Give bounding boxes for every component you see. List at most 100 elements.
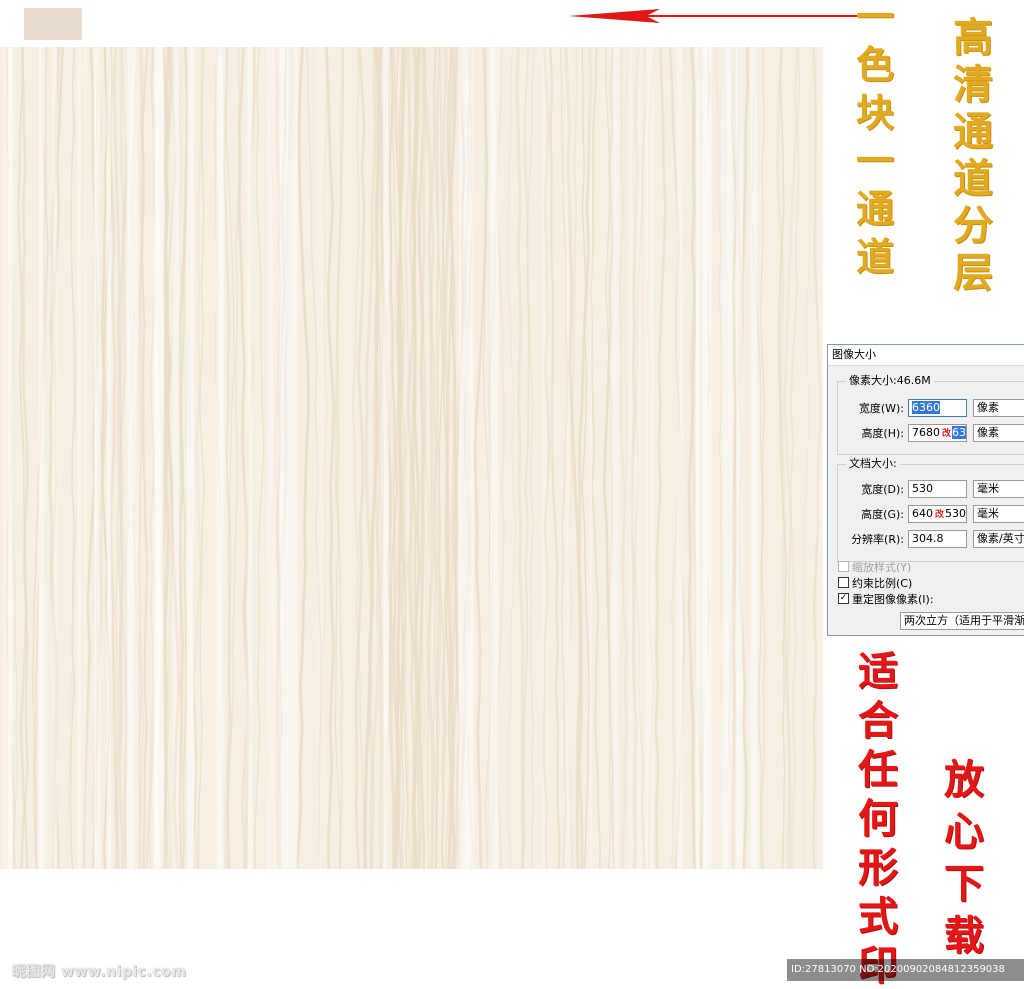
wood-grain-highlight bbox=[645, 47, 654, 869]
wood-grain-highlight bbox=[247, 47, 253, 869]
document-size-label: 文档大小: bbox=[846, 457, 900, 471]
wood-grain-highlight bbox=[216, 47, 223, 869]
annotation-right-red: 放 心 下 载 bbox=[944, 760, 984, 956]
wood-grain-highlight bbox=[106, 47, 112, 869]
wood-grain-streak bbox=[222, 47, 232, 869]
annotation-char: 道 bbox=[953, 155, 993, 202]
document-size-group: 文档大小: 宽度(D): 530 毫米 高度(G): 640 改530 毫米 分辨… bbox=[837, 457, 1024, 562]
wood-texture-image bbox=[0, 47, 823, 869]
edit-mark: 改 bbox=[942, 429, 952, 439]
annotation-char: 高 bbox=[953, 14, 993, 61]
wood-grain-highlight bbox=[77, 47, 82, 869]
wood-grain-highlight bbox=[9, 47, 13, 869]
resample-label: 重定图像像素(I): bbox=[852, 592, 934, 606]
annotation-char: 色 bbox=[856, 42, 895, 87]
height-label: 高度(H): bbox=[861, 427, 904, 440]
wood-grain-highlight bbox=[466, 47, 474, 869]
resolution-input[interactable]: 304.8 bbox=[908, 530, 967, 548]
annotation-char: 块 bbox=[856, 90, 895, 135]
width-unit-select[interactable]: 像素⌄ bbox=[973, 399, 1024, 417]
wood-grain-streak bbox=[654, 47, 667, 869]
annotation-char: 道 bbox=[856, 234, 895, 279]
annotation-char: 通 bbox=[953, 108, 993, 155]
pixel-dimensions-group: 像素大小:46.6M 宽度(W): 6360 像素⌄ 高度(H): 7680改6… bbox=[837, 374, 1024, 455]
annotation-char: 一 bbox=[856, 0, 895, 39]
annotation-char: 放 bbox=[944, 756, 984, 803]
wood-grain-streak bbox=[802, 47, 814, 869]
doc-height-row: 高度(G): 640 改530 毫米 bbox=[838, 504, 1024, 524]
wood-grain-streak bbox=[295, 47, 311, 869]
annotation-char: 形 bbox=[858, 844, 898, 891]
wood-grain-streak bbox=[526, 47, 535, 869]
constrain-proportions-checkbox[interactable]: 约束比例(C) bbox=[838, 575, 912, 590]
annotation-char: 适 bbox=[858, 648, 898, 695]
wood-grain-highlight bbox=[172, 47, 180, 869]
wood-grain-streak bbox=[590, 47, 601, 869]
wood-grain-streak bbox=[507, 47, 517, 869]
edit-mark: 改 bbox=[935, 510, 945, 520]
wood-grain-highlight bbox=[95, 47, 101, 869]
wood-grain-highlight bbox=[589, 47, 592, 869]
annotation-char: 式 bbox=[858, 893, 898, 940]
wood-grain-highlight bbox=[187, 47, 194, 869]
wood-grain-highlight bbox=[542, 47, 549, 869]
annotation-char: 心 bbox=[944, 808, 984, 855]
wood-grain-highlight bbox=[566, 47, 571, 869]
wood-grain-highlight bbox=[725, 47, 734, 869]
wood-grain-highlight bbox=[736, 47, 743, 869]
height-unit-select[interactable]: 像素⌄ bbox=[973, 424, 1024, 442]
wood-grain-highlight bbox=[132, 47, 139, 869]
doc-height-label: 高度(G): bbox=[861, 508, 904, 521]
annotation-char: 合 bbox=[858, 697, 898, 744]
wood-grain-highlight bbox=[629, 47, 632, 869]
annotation-char: 下 bbox=[944, 860, 984, 907]
wood-grain-highlight bbox=[697, 47, 700, 869]
annotation-char: 分 bbox=[953, 202, 993, 249]
wood-grain-highlight bbox=[83, 47, 87, 869]
wood-grain-highlight bbox=[292, 47, 298, 869]
doc-height-input[interactable]: 640 改530 bbox=[908, 505, 967, 523]
image-size-dialog: 图像大小 像素大小:46.6M 宽度(W): 6360 像素⌄ 高度(H): 7… bbox=[827, 344, 1024, 636]
checkbox-checked-icon: ✓ bbox=[838, 593, 849, 604]
annotation-right-gold: 高 清 通 道 分 层 bbox=[953, 18, 993, 293]
annotation-left-gold: 一 色 块 一 通 道 bbox=[856, 0, 894, 276]
wood-grain-highlight bbox=[285, 47, 293, 869]
resolution-unit-select[interactable]: 像素/英寸 bbox=[973, 530, 1024, 548]
wood-grain-highlight bbox=[613, 47, 617, 869]
wood-grain-streak bbox=[69, 47, 76, 869]
pixel-dimensions-label: 像素大小:46.6M bbox=[846, 374, 934, 388]
wood-grain-highlight bbox=[383, 47, 389, 869]
doc-width-unit-select[interactable]: 毫米 bbox=[973, 480, 1024, 498]
wood-grain-streak bbox=[549, 47, 561, 869]
wood-grain-streak bbox=[515, 47, 526, 869]
annotation-char: 任 bbox=[858, 746, 898, 793]
red-arrow-icon bbox=[568, 9, 860, 23]
annotation-char: 清 bbox=[953, 61, 993, 108]
wood-grain-streak bbox=[334, 47, 345, 869]
resample-checkbox[interactable]: ✓ 重定图像像素(I): bbox=[838, 591, 934, 606]
wood-grain-highlight bbox=[279, 47, 285, 869]
width-input[interactable]: 6360 bbox=[908, 399, 967, 417]
checkbox-box bbox=[838, 577, 849, 588]
wood-grain-highlight bbox=[316, 47, 325, 869]
annotation-char: 载 bbox=[944, 912, 984, 959]
doc-width-input[interactable]: 530 bbox=[908, 480, 967, 498]
pixel-width-row: 宽度(W): 6360 像素⌄ bbox=[838, 398, 1024, 418]
wood-grain-highlight bbox=[635, 47, 642, 869]
wood-grain-highlight bbox=[705, 47, 712, 869]
annotation-char: 通 bbox=[856, 186, 895, 231]
wood-grain-highlight bbox=[38, 47, 43, 869]
scale-styles-checkbox[interactable]: 缩放样式(Y) bbox=[838, 559, 911, 574]
resample-method-select[interactable]: 两次立方（适用于平滑渐变 bbox=[900, 612, 1024, 630]
wood-grain-highlight bbox=[53, 47, 58, 869]
annotation-char: 何 bbox=[858, 795, 898, 842]
doc-width-label: 宽度(D): bbox=[861, 483, 904, 496]
wood-grain-highlight bbox=[490, 47, 499, 869]
height-input[interactable]: 7680改6360 bbox=[908, 424, 967, 442]
pixel-height-row: 高度(H): 7680改6360 像素⌄ bbox=[838, 423, 1024, 443]
doc-width-row: 宽度(D): 530 毫米 bbox=[838, 479, 1024, 499]
constrain-proportions-label: 约束比例(C) bbox=[852, 576, 913, 590]
doc-height-unit-select[interactable]: 毫米 bbox=[973, 505, 1024, 523]
annotation-char: 一 bbox=[856, 138, 895, 183]
watermark-left: 昵图网 www.nipic.com bbox=[12, 964, 187, 980]
